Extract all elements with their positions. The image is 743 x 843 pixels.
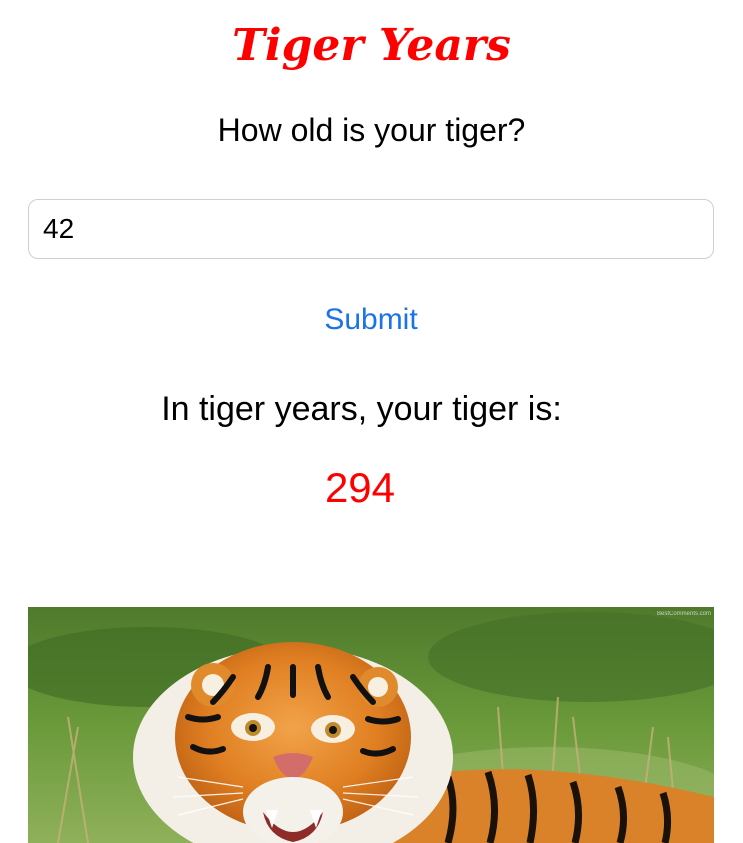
tiger-age-input[interactable]: [28, 199, 714, 259]
result-label: In tiger years, your tiger is:: [161, 390, 562, 428]
app-title: Tiger Years: [232, 20, 511, 71]
tiger-photo: BestComments.com: [28, 607, 714, 843]
submit-button[interactable]: Submit: [271, 298, 471, 342]
age-question-label: How old is your tiger?: [217, 112, 526, 148]
tiger-years-result: 294: [324, 464, 396, 511]
svg-text:BestComments.com: BestComments.com: [657, 611, 711, 617]
tiger-years-screen: Tiger Years How old is your tiger? Submi…: [0, 0, 743, 843]
